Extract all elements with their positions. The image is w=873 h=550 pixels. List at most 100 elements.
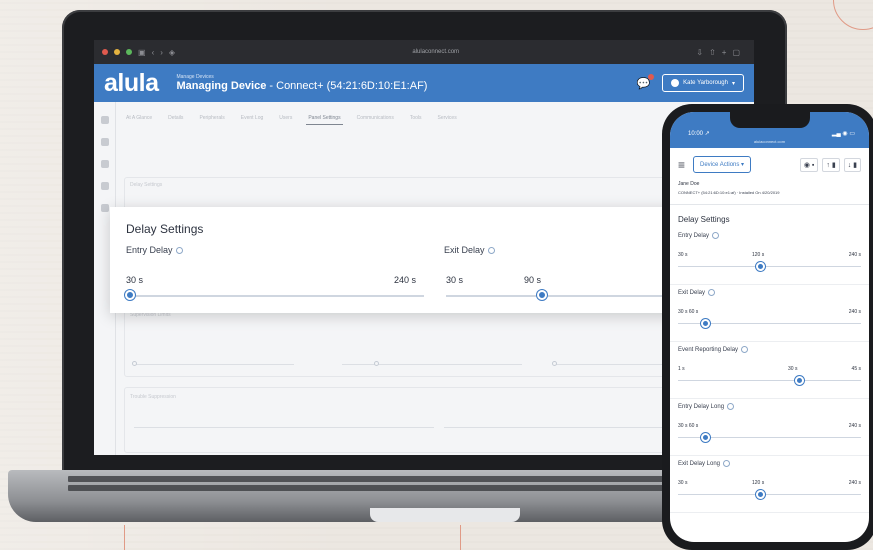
tab-users[interactable]: Users <box>277 112 294 125</box>
tab-event-log[interactable]: Event Log <box>239 112 266 125</box>
tab-tools[interactable]: Tools <box>408 112 424 125</box>
close-window-dot[interactable] <box>102 49 108 55</box>
slider-label-text: Exit Delay <box>678 290 706 297</box>
slider-thumb[interactable] <box>756 262 766 271</box>
info-icon[interactable] <box>487 247 495 255</box>
slider-label-text: Entry Delay <box>678 233 710 240</box>
tab-communications[interactable]: Communications <box>355 112 396 125</box>
page-title: Managing Device - Connect+ (54:21:6D:10:… <box>176 80 427 92</box>
forward-icon[interactable]: › <box>160 48 163 57</box>
slider-label: Exit Delay <box>678 289 716 297</box>
slider-min: 30 s 60 s <box>678 423 699 429</box>
laptop-notch <box>370 508 520 522</box>
exit-delay-slider-thumb[interactable] <box>537 290 547 300</box>
keyboard-row <box>68 485 688 491</box>
phone-toolbar: ≡ Device Actions ▾ ◉ ▪ ↑ ▮ ↓ ▮ <box>670 148 869 181</box>
slider-label: Entry Delay <box>678 232 720 240</box>
notification-badge <box>648 73 655 80</box>
slider-track[interactable] <box>678 494 861 495</box>
faded-slider-thumb <box>132 361 137 366</box>
phone-time: 10:00 ↗ <box>688 131 710 137</box>
exit-delay-value: 90 s <box>524 275 542 285</box>
entry-delay-slider-thumb[interactable] <box>125 290 135 300</box>
tab-peripherals[interactable]: Peripherals <box>197 112 226 125</box>
phone-status-bar: 10:00 ↗ ▂▄ ◉ ▭ alulaconnect.com <box>670 112 869 148</box>
tab-at-a-glance[interactable]: At A Glance <box>124 112 154 125</box>
keyboard-row <box>68 476 688 482</box>
minimize-window-dot[interactable] <box>114 49 120 55</box>
slider-max: 240 s <box>848 480 861 486</box>
slider-track[interactable] <box>678 380 861 381</box>
nav-reports-icon[interactable] <box>100 204 109 212</box>
notification-bell-icon[interactable]: 💬 <box>636 73 655 90</box>
entry-delay-min: 30 s <box>126 275 144 285</box>
slider-value: 30 s <box>788 366 798 372</box>
phone-notch <box>730 112 810 128</box>
phone-slider-exit-delay-long: Exit Delay Long 30 s 120 s 240 s <box>670 456 869 513</box>
nav-home-icon[interactable] <box>100 116 109 124</box>
entry-delay-slider-track[interactable] <box>130 295 424 297</box>
nav-devices-icon[interactable] <box>100 138 109 146</box>
alula-logo[interactable]: alula <box>104 69 159 98</box>
signal-up-icon[interactable]: ↑ ▮ <box>822 157 840 172</box>
address-bar[interactable]: alulaconnect.com <box>181 49 690 55</box>
url-text: alulaconnect.com <box>412 49 460 55</box>
faded-slider-track <box>342 364 522 365</box>
arm-status-icon[interactable]: ◉ ▪ <box>799 157 819 172</box>
tab-details[interactable]: Details <box>166 112 185 125</box>
exit-delay-label-text: Exit Delay <box>444 245 485 255</box>
exit-delay-label: Exit Delay <box>444 245 495 255</box>
info-icon[interactable] <box>727 403 735 410</box>
app-header: alula Manage Devices Managing Device - C… <box>94 64 754 102</box>
info-icon[interactable] <box>708 289 716 296</box>
browser-action-icons[interactable]: ⇩⇧+▢ <box>696 48 746 57</box>
user-menu-button[interactable]: Kate Yarborough ▾ <box>662 74 744 92</box>
phone-system-icons: ▂▄ ◉ ▭ <box>831 131 855 137</box>
faded-slider-track <box>134 364 294 365</box>
sidebar-toggle-icon[interactable]: ▣ <box>138 48 146 57</box>
slider-label-text: Exit Delay Long <box>678 461 721 468</box>
slider-label-text: Event Reporting Delay <box>678 347 739 354</box>
hamburger-menu-icon[interactable]: ≡ <box>678 158 685 172</box>
phone-slider-exit-delay: Exit Delay 30 s 60 s 240 s <box>670 285 869 342</box>
shield-icon[interactable]: ◈ <box>169 48 175 57</box>
phone-device-meta: CONNECT+ (54:21:6D:10:e1:af) · Installed… <box>678 190 780 195</box>
slider-min: 30 s 60 s <box>678 309 699 315</box>
slider-thumb[interactable] <box>794 376 804 385</box>
back-icon[interactable]: ‹ <box>152 48 155 57</box>
decorative-line <box>124 525 125 550</box>
faded-divider <box>134 427 434 428</box>
slider-max: 240 s <box>848 309 861 315</box>
slider-label: Exit Delay Long <box>678 460 731 468</box>
page-title-device: - Connect+ (54:21:6D:10:E1:AF) <box>266 80 428 92</box>
slider-thumb[interactable] <box>756 490 766 499</box>
signal-down-icon[interactable]: ↓ ▮ <box>843 157 861 172</box>
slider-thumb[interactable] <box>701 433 711 442</box>
phone-screen: 10:00 ↗ ▂▄ ◉ ▭ alulaconnect.com ≡ Device… <box>670 112 869 542</box>
info-icon[interactable] <box>741 346 749 353</box>
device-actions-button[interactable]: Device Actions ▾ <box>693 156 752 173</box>
trouble-card-bg <box>124 387 744 453</box>
phone-slider-entry-delay-long: Entry Delay Long 30 s 60 s 240 s <box>670 399 869 456</box>
slider-max: 45 s <box>851 366 861 372</box>
slider-track[interactable] <box>678 266 861 267</box>
phone-delay-settings-title: Delay Settings <box>678 215 730 224</box>
info-icon[interactable] <box>723 460 731 467</box>
info-icon[interactable] <box>175 247 183 255</box>
slider-thumb[interactable] <box>701 319 711 328</box>
browser-toolbar: ▣ ‹ › ◈ alulaconnect.com ⇩⇧+▢ <box>94 40 754 64</box>
tab-services[interactable]: Services <box>436 112 459 125</box>
maximize-window-dot[interactable] <box>126 49 132 55</box>
slider-label: Entry Delay Long <box>678 403 735 410</box>
nav-users-icon[interactable] <box>100 160 109 168</box>
tab-bar: At A Glance Details Peripherals Event Lo… <box>124 112 744 125</box>
phone-url[interactable]: alulaconnect.com <box>670 139 869 144</box>
info-icon[interactable] <box>712 232 720 239</box>
nav-sites-icon[interactable] <box>100 182 109 190</box>
entry-delay-label: Entry Delay <box>126 245 183 255</box>
tab-panel-settings[interactable]: Panel Settings <box>306 112 343 125</box>
exit-delay-slider-track[interactable] <box>446 295 686 297</box>
entry-delay-max: 240 s <box>394 275 417 285</box>
entry-delay-label-text: Entry Delay <box>126 245 173 255</box>
slider-label: Event Reporting Delay <box>678 346 749 354</box>
